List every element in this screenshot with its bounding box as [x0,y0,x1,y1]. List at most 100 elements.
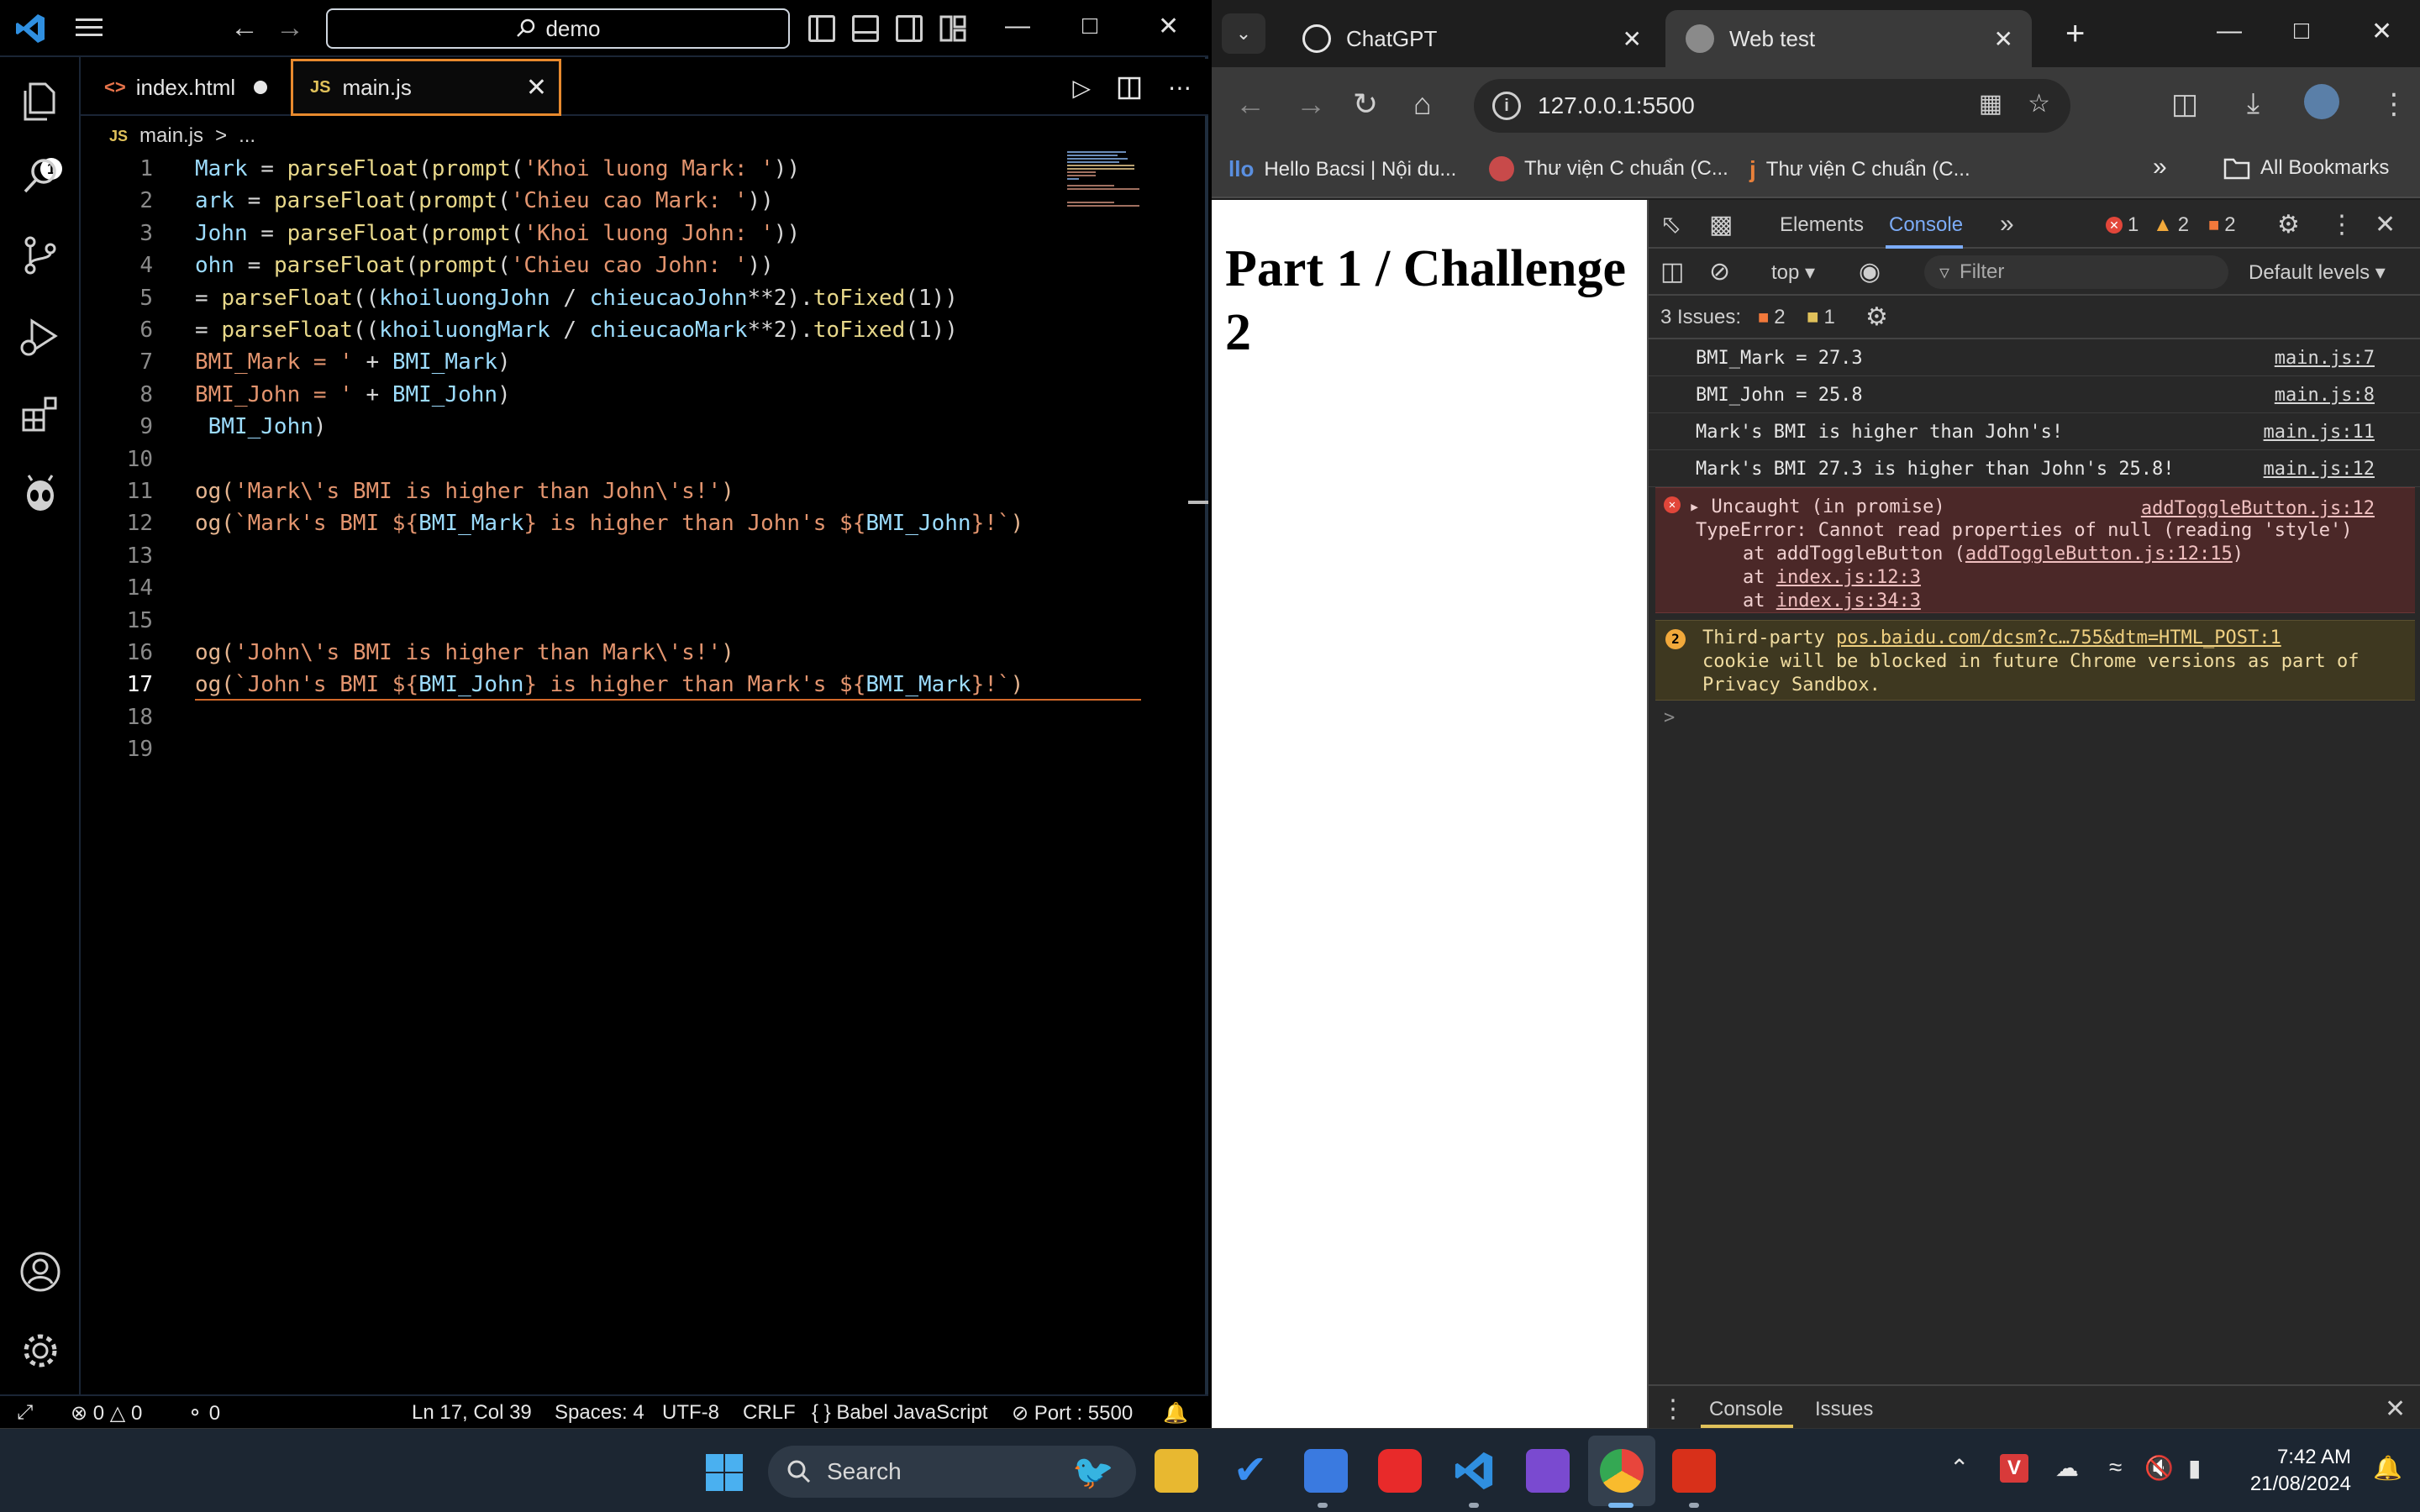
tab-main-js[interactable]: JS main.js ✕ [291,59,561,116]
cursor-position[interactable]: Ln 17, Col 39 [412,1401,532,1425]
tab-index-html[interactable]: <> index.html [94,59,287,116]
toggle-panel-icon[interactable] [852,15,879,42]
todo-check-icon[interactable]: ✔ [1228,1449,1272,1493]
context-selector[interactable]: top ▾ [1771,260,1815,285]
unsaved-dot-icon[interactable] [254,81,268,94]
close-icon[interactable]: ✕ [1158,12,1179,41]
kebab-menu-icon[interactable]: ⋮ [2380,87,2408,121]
home-icon[interactable]: ⌂ [1413,87,1432,121]
kebab-menu-icon[interactable]: ⋮ [2329,210,2354,239]
profile-avatar[interactable] [2304,84,2339,119]
code-line[interactable]: 12 og(`Mark's BMI ${BMI_Mark} is higher t… [81,507,1208,539]
battery-icon[interactable]: ▮ [2188,1454,2201,1482]
bell-icon[interactable]: 🔔 [1163,1401,1188,1425]
toggle-secondary-sidebar-icon[interactable] [896,15,923,42]
translate-icon[interactable]: ▦ [1979,89,2002,118]
close-icon[interactable]: ✕ [2375,210,2396,239]
close-tab-icon[interactable]: ✕ [526,73,547,102]
drawer-tab-console[interactable]: Console [1709,1398,1783,1421]
code-line[interactable]: 7 BMI_Mark = ' + BMI_Mark) [81,346,1208,378]
wifi-icon[interactable]: ≈ [2109,1454,2122,1481]
console-prompt[interactable]: > [1649,701,2420,734]
breadcrumb-symbol[interactable]: ... [239,124,255,148]
bookmark-item[interactable]: Thư viện C chuẩn (C... [1489,156,1728,181]
code-line[interactable]: 15 [81,605,1208,637]
warning-counter[interactable]: ▲ 2 [2153,213,2189,237]
tab-elements[interactable]: Elements [1780,213,1864,237]
warning-link[interactable]: pos.baidu.com/dcsm?c…755&dtm=HTML_POST:1 [1836,627,2281,648]
tab-chatgpt[interactable]: ChatGPT ✕ [1282,10,1660,67]
code-editor[interactable]: 1 Mark = parseFloat(prompt('Khoi luong Ma… [81,153,1208,1388]
log-source-link[interactable]: main.js:12 [2264,459,2375,480]
code-line[interactable]: 8 BMI_John = ' + BMI_John) [81,379,1208,411]
forward-arrow-icon[interactable]: → [276,13,304,42]
maximize-icon[interactable]: □ [1082,12,1097,40]
bookmark-item[interactable]: llo Hello Bacsi | Nội du... [1228,156,1456,182]
file-explorer-icon[interactable] [1155,1449,1198,1493]
code-line[interactable]: 2 ark = parseFloat(prompt('Chieu cao Mark… [81,185,1208,217]
close-tab-icon[interactable]: ✕ [1623,25,1642,53]
code-line[interactable]: 10 [81,444,1208,475]
stack-link[interactable]: index.js:34:3 [1776,591,1921,612]
alien-extension-icon[interactable] [18,472,62,516]
extensions-icon[interactable] [18,393,62,437]
reload-icon[interactable]: ↻ [1353,87,1378,121]
notification-bell-icon[interactable]: 🔔 [2373,1454,2402,1482]
stack-link[interactable]: index.js:12:3 [1776,567,1921,588]
code-line[interactable]: 4 ohn = parseFloat(prompt('Chieu cao John… [81,249,1208,281]
ports-indicator[interactable]: ⚬ 0 [187,1401,220,1425]
more-bookmarks-chevron-icon[interactable]: » [2153,153,2167,181]
live-server-port[interactable]: ⊘ Port : 5500 [1012,1401,1133,1425]
clear-console-icon[interactable]: ⊘ [1709,257,1730,286]
issue-counter[interactable]: ■ 2 [2208,213,2236,237]
remote-icon[interactable]: ⤢ [17,1401,33,1425]
live-expression-eye-icon[interactable]: ◉ [1859,257,1881,286]
back-arrow-icon[interactable]: ← [230,13,259,42]
back-arrow-icon[interactable]: ← [1235,87,1265,121]
system-clock[interactable]: 7:42 AM 21/08/2024 [2233,1444,2351,1498]
close-tab-icon[interactable]: ✕ [1994,25,2013,53]
tab-search-chevron-icon[interactable]: ⌄ [1222,13,1265,54]
code-line[interactable]: 5 = parseFloat((khoiluongJohn / chieucaoJ… [81,282,1208,314]
inspect-element-icon[interactable]: ⬁ [1660,210,1681,239]
line-ending[interactable]: CRLF [743,1401,796,1425]
customize-layout-icon[interactable] [939,15,966,42]
toggle-primary-sidebar-icon[interactable] [808,15,835,42]
chrome-taskbar-icon[interactable] [1600,1449,1644,1493]
issues-info-link[interactable]: ■ 1 [1807,306,1835,329]
download-icon[interactable]: ⤓ [2247,87,2260,120]
problems-indicator[interactable]: ⊗ 0 △ 0 [71,1401,142,1425]
all-bookmarks[interactable]: All Bookmarks [2223,156,2389,180]
pdf-reader-icon[interactable] [1672,1449,1716,1493]
filter-input[interactable]: ▿ Filter [1924,255,2228,289]
volume-muted-icon[interactable]: 🔇 [2144,1454,2174,1482]
code-line[interactable]: 17 og(`John's BMI ${BMI_John} is higher t… [81,669,1208,701]
scrollbar-marker[interactable] [1188,501,1208,504]
vscode-taskbar-icon[interactable] [1452,1449,1496,1493]
address-bar[interactable]: i 127.0.0.1:5500 ▦ ☆ [1474,79,2070,133]
more-actions-icon[interactable]: ⋯ [1168,74,1192,102]
error-counter[interactable]: ✕ 1 [2106,213,2139,237]
tray-overflow-chevron-icon[interactable]: ⌃ [1949,1454,1969,1482]
error-source-link[interactable]: addToggleButton.js:12 [2141,498,2375,519]
code-line[interactable]: 9 BMI_John) [81,411,1208,443]
google-translate-icon[interactable] [1304,1449,1348,1493]
extensions-puzzle-icon[interactable]: ◫ [2171,87,2198,121]
windows-start-icon[interactable] [704,1452,744,1493]
drawer-menu-icon[interactable]: ⋮ [1660,1394,1686,1424]
log-levels-dropdown[interactable]: Default levels ▾ [2249,260,2386,285]
code-line[interactable]: 13 [81,540,1208,572]
split-editor-icon[interactable] [1118,76,1141,100]
more-tabs-chevron-icon[interactable]: » [2000,210,2014,239]
stack-link[interactable]: addToggleButton.js:12:15 [1965,543,2233,564]
code-line[interactable]: 6 = parseFloat((khoiluongMark / chieucaoM… [81,314,1208,346]
device-toolbar-icon[interactable]: ▩ [1709,210,1733,239]
new-tab-plus-icon[interactable]: + [2065,15,2085,53]
minimize-icon[interactable]: — [1005,12,1030,40]
site-info-icon[interactable]: i [1492,92,1521,120]
error-title[interactable]: ▸ Uncaught (in promise) [1689,496,1945,517]
code-line[interactable]: 3 John = parseFloat(prompt('Khoi luong Jo… [81,218,1208,249]
onedrive-cloud-icon[interactable]: ☁ [2055,1454,2079,1482]
maximize-icon[interactable]: □ [2294,17,2309,45]
drawer-tab-issues[interactable]: Issues [1815,1398,1873,1421]
